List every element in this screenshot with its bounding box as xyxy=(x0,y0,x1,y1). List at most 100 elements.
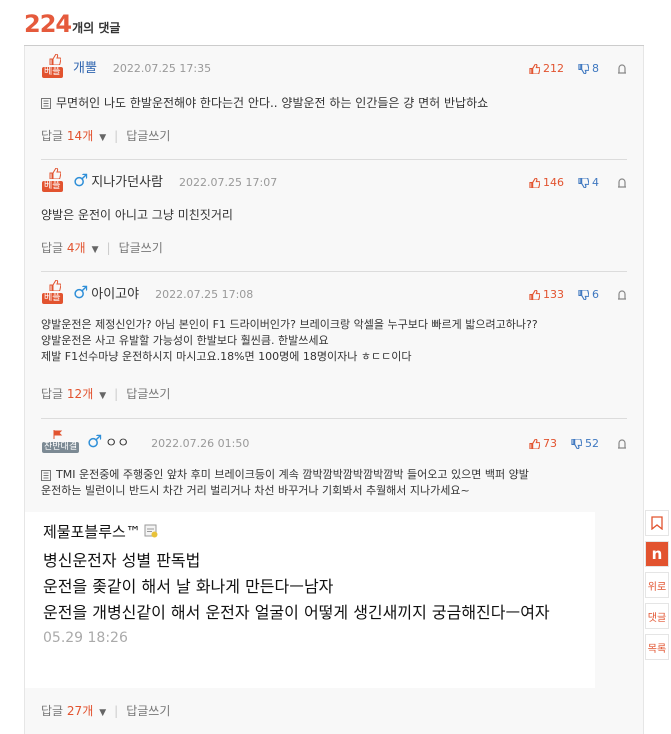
report-icon xyxy=(618,289,626,300)
doc-icon xyxy=(41,469,51,481)
comment-count-suffix: 개의 댓글 xyxy=(72,21,121,35)
reply-count: 4개 xyxy=(66,241,86,255)
report-icon xyxy=(618,438,626,449)
comment-text-line: 제발 F1선수마냥 운전하시지 마시고요.18%면 100명에 18명이자나 ㅎ… xyxy=(41,350,412,363)
quoted-text: 병신운전자 성별 판독법 운전을 좆같이 해서 날 화나게 만든다ㅡ남자 운전을… xyxy=(43,551,550,622)
scroll-top-button[interactable]: 위로 xyxy=(645,572,669,598)
comment-footer: 답글 12개 ▼ | 답글쓰기 xyxy=(41,385,170,402)
thumb-up-icon xyxy=(529,63,540,74)
comment-body: 양발운전은 제정신인가? 아님 본인이 F1 드라이버인가? 브레이크랑 악셀을… xyxy=(41,317,538,365)
report-button[interactable] xyxy=(617,177,627,188)
comment-meta: 베플 ♂ 아이고야 2022.07.25 17:08 133 6 xyxy=(41,280,627,304)
comment-footer: 답글 14개 ▼ | 답글쓰기 xyxy=(41,127,170,144)
comment-list: 베플 개뿔 2022.07.25 17:35 212 8 무면허인 나도 한발운… xyxy=(24,46,644,734)
report-button[interactable] xyxy=(617,438,627,449)
reply-count: 27개 xyxy=(66,704,94,718)
comment-date: 2022.07.25 17:35 xyxy=(112,62,212,75)
comment-count: 224 xyxy=(24,10,72,38)
report-icon xyxy=(618,63,626,74)
reply-label: 답글 xyxy=(41,241,64,255)
comment-author[interactable]: ㅇㅇ xyxy=(105,432,129,451)
quoted-date: 05.29 18:26 xyxy=(43,630,128,646)
dislike-button[interactable]: 52 xyxy=(571,437,599,450)
reply-toggle[interactable]: 답글 4개 ▼ xyxy=(41,239,99,256)
comment-meta: 베플 ♂ 지나가던사람 2022.07.25 17:07 146 4 xyxy=(41,168,627,192)
like-count: 73 xyxy=(543,437,557,450)
dislike-button[interactable]: 8 xyxy=(578,62,599,75)
reply-toggle[interactable]: 답글 14개 ▼ xyxy=(41,127,106,144)
comment-header: 224개의 댓글 xyxy=(24,10,644,46)
dislike-button[interactable]: 6 xyxy=(578,288,599,301)
comment-item: 베플 ♂ 지나가던사람 2022.07.25 17:07 146 4 양발은 운… xyxy=(41,160,627,272)
comment-meta: 베플 개뿔 2022.07.25 17:35 212 8 xyxy=(41,54,627,78)
like-count: 212 xyxy=(543,62,564,75)
versus-badge: 찬반대결 xyxy=(41,430,81,453)
comment-author[interactable]: 지나가던사람 xyxy=(91,171,163,190)
like-count: 146 xyxy=(543,176,564,189)
comment-item: 베플 ♂ 아이고야 2022.07.25 17:08 133 6 양발운전은 제… xyxy=(41,272,627,419)
write-reply-button[interactable]: 답글쓰기 xyxy=(119,239,163,256)
reply-label: 답글 xyxy=(41,387,64,401)
report-icon xyxy=(618,177,626,188)
bookmark-button[interactable] xyxy=(645,510,669,536)
thumb-up-icon xyxy=(49,168,61,179)
comments-button[interactable]: 댓글 xyxy=(645,603,669,629)
doc-icon xyxy=(41,97,51,109)
reply-toggle[interactable]: 답글 27개 ▼ xyxy=(41,702,106,719)
comment-date: 2022.07.25 17:08 xyxy=(155,288,254,301)
like-count: 133 xyxy=(543,288,564,301)
like-button[interactable]: 133 xyxy=(529,288,564,301)
thumb-up-icon xyxy=(49,280,61,291)
dislike-button[interactable]: 4 xyxy=(578,176,599,189)
like-button[interactable]: 146 xyxy=(529,176,564,189)
nate-logo-icon: n xyxy=(651,545,663,563)
comment-item: 베플 개뿔 2022.07.25 17:35 212 8 무면허인 나도 한발운… xyxy=(41,46,627,160)
nate-logo-button[interactable]: n xyxy=(645,541,669,567)
like-button[interactable]: 212 xyxy=(529,62,564,75)
quoted-title: 제물포블루스™ xyxy=(43,522,141,541)
comment-footer: 답글 27개 ▼ | 답글쓰기 xyxy=(41,702,170,719)
separator: | xyxy=(106,240,111,255)
best-badge-label: 베플 xyxy=(42,293,63,304)
best-badge-label: 베플 xyxy=(42,181,63,192)
comment-meta: 찬반대결 ♂ ㅇㅇ 2022.07.26 01:50 73 52 xyxy=(41,429,627,453)
report-button[interactable] xyxy=(617,289,627,300)
comment-body: TMI 운전중에 주행중인 앞차 후미 브레이크등이 계속 깜박깜박깜박깜박깜박… xyxy=(41,467,529,499)
comment-votes: 133 6 xyxy=(529,288,627,301)
thumb-down-icon xyxy=(578,177,589,188)
separator: | xyxy=(114,386,119,401)
separator: | xyxy=(114,128,119,143)
reply-count: 14개 xyxy=(66,129,94,143)
comment-votes: 73 52 xyxy=(529,437,627,450)
dislike-count: 8 xyxy=(592,62,599,75)
bookmark-icon xyxy=(651,516,663,530)
comment-text-line: 양발운전은 제정신인가? 아님 본인이 F1 드라이버인가? 브레이크랑 악셀을… xyxy=(41,318,538,331)
list-button[interactable]: 목록 xyxy=(645,634,669,660)
best-badge: 베플 xyxy=(41,168,69,192)
comment-text-line: 양발은 운전이 아니고 그냥 미친짓거리 xyxy=(41,208,233,222)
thumb-down-icon xyxy=(578,289,589,300)
dislike-count: 52 xyxy=(585,437,599,450)
dislike-count: 6 xyxy=(592,288,599,301)
comment-votes: 146 4 xyxy=(529,176,627,189)
comment-author[interactable]: 개뿔 xyxy=(73,57,97,76)
comment-text-line: 운전하는 빌런이니 반드시 차간 거리 벌리거나 차선 바꾸거나 기회봐서 추월… xyxy=(41,484,470,497)
report-button[interactable] xyxy=(617,63,627,74)
thumb-up-icon xyxy=(529,438,540,449)
thumb-up-icon xyxy=(529,289,540,300)
like-button[interactable]: 73 xyxy=(529,437,557,450)
comment-body: 양발은 운전이 아니고 그냥 미친짓거리 xyxy=(41,207,233,223)
chevron-down-icon: ▼ xyxy=(91,245,99,255)
write-reply-button[interactable]: 답글쓰기 xyxy=(126,385,170,402)
male-icon: ♂ xyxy=(73,283,89,303)
comment-date: 2022.07.25 17:07 xyxy=(179,176,278,189)
thumb-up-icon xyxy=(529,177,540,188)
reply-toggle[interactable]: 답글 12개 ▼ xyxy=(41,385,106,402)
comment-author[interactable]: 아이고야 xyxy=(91,283,139,302)
write-reply-button[interactable]: 답글쓰기 xyxy=(126,702,170,719)
write-reply-button[interactable]: 답글쓰기 xyxy=(126,127,170,144)
quoted-title-row: 제물포블루스™ xyxy=(43,520,577,542)
comment-date: 2022.07.26 01:50 xyxy=(151,437,250,450)
comment-text-line: 무면허인 나도 한발운전해야 한다는건 안다.. 양발운전 하는 인간들은 걍 … xyxy=(56,96,489,110)
reply-count: 12개 xyxy=(66,387,94,401)
